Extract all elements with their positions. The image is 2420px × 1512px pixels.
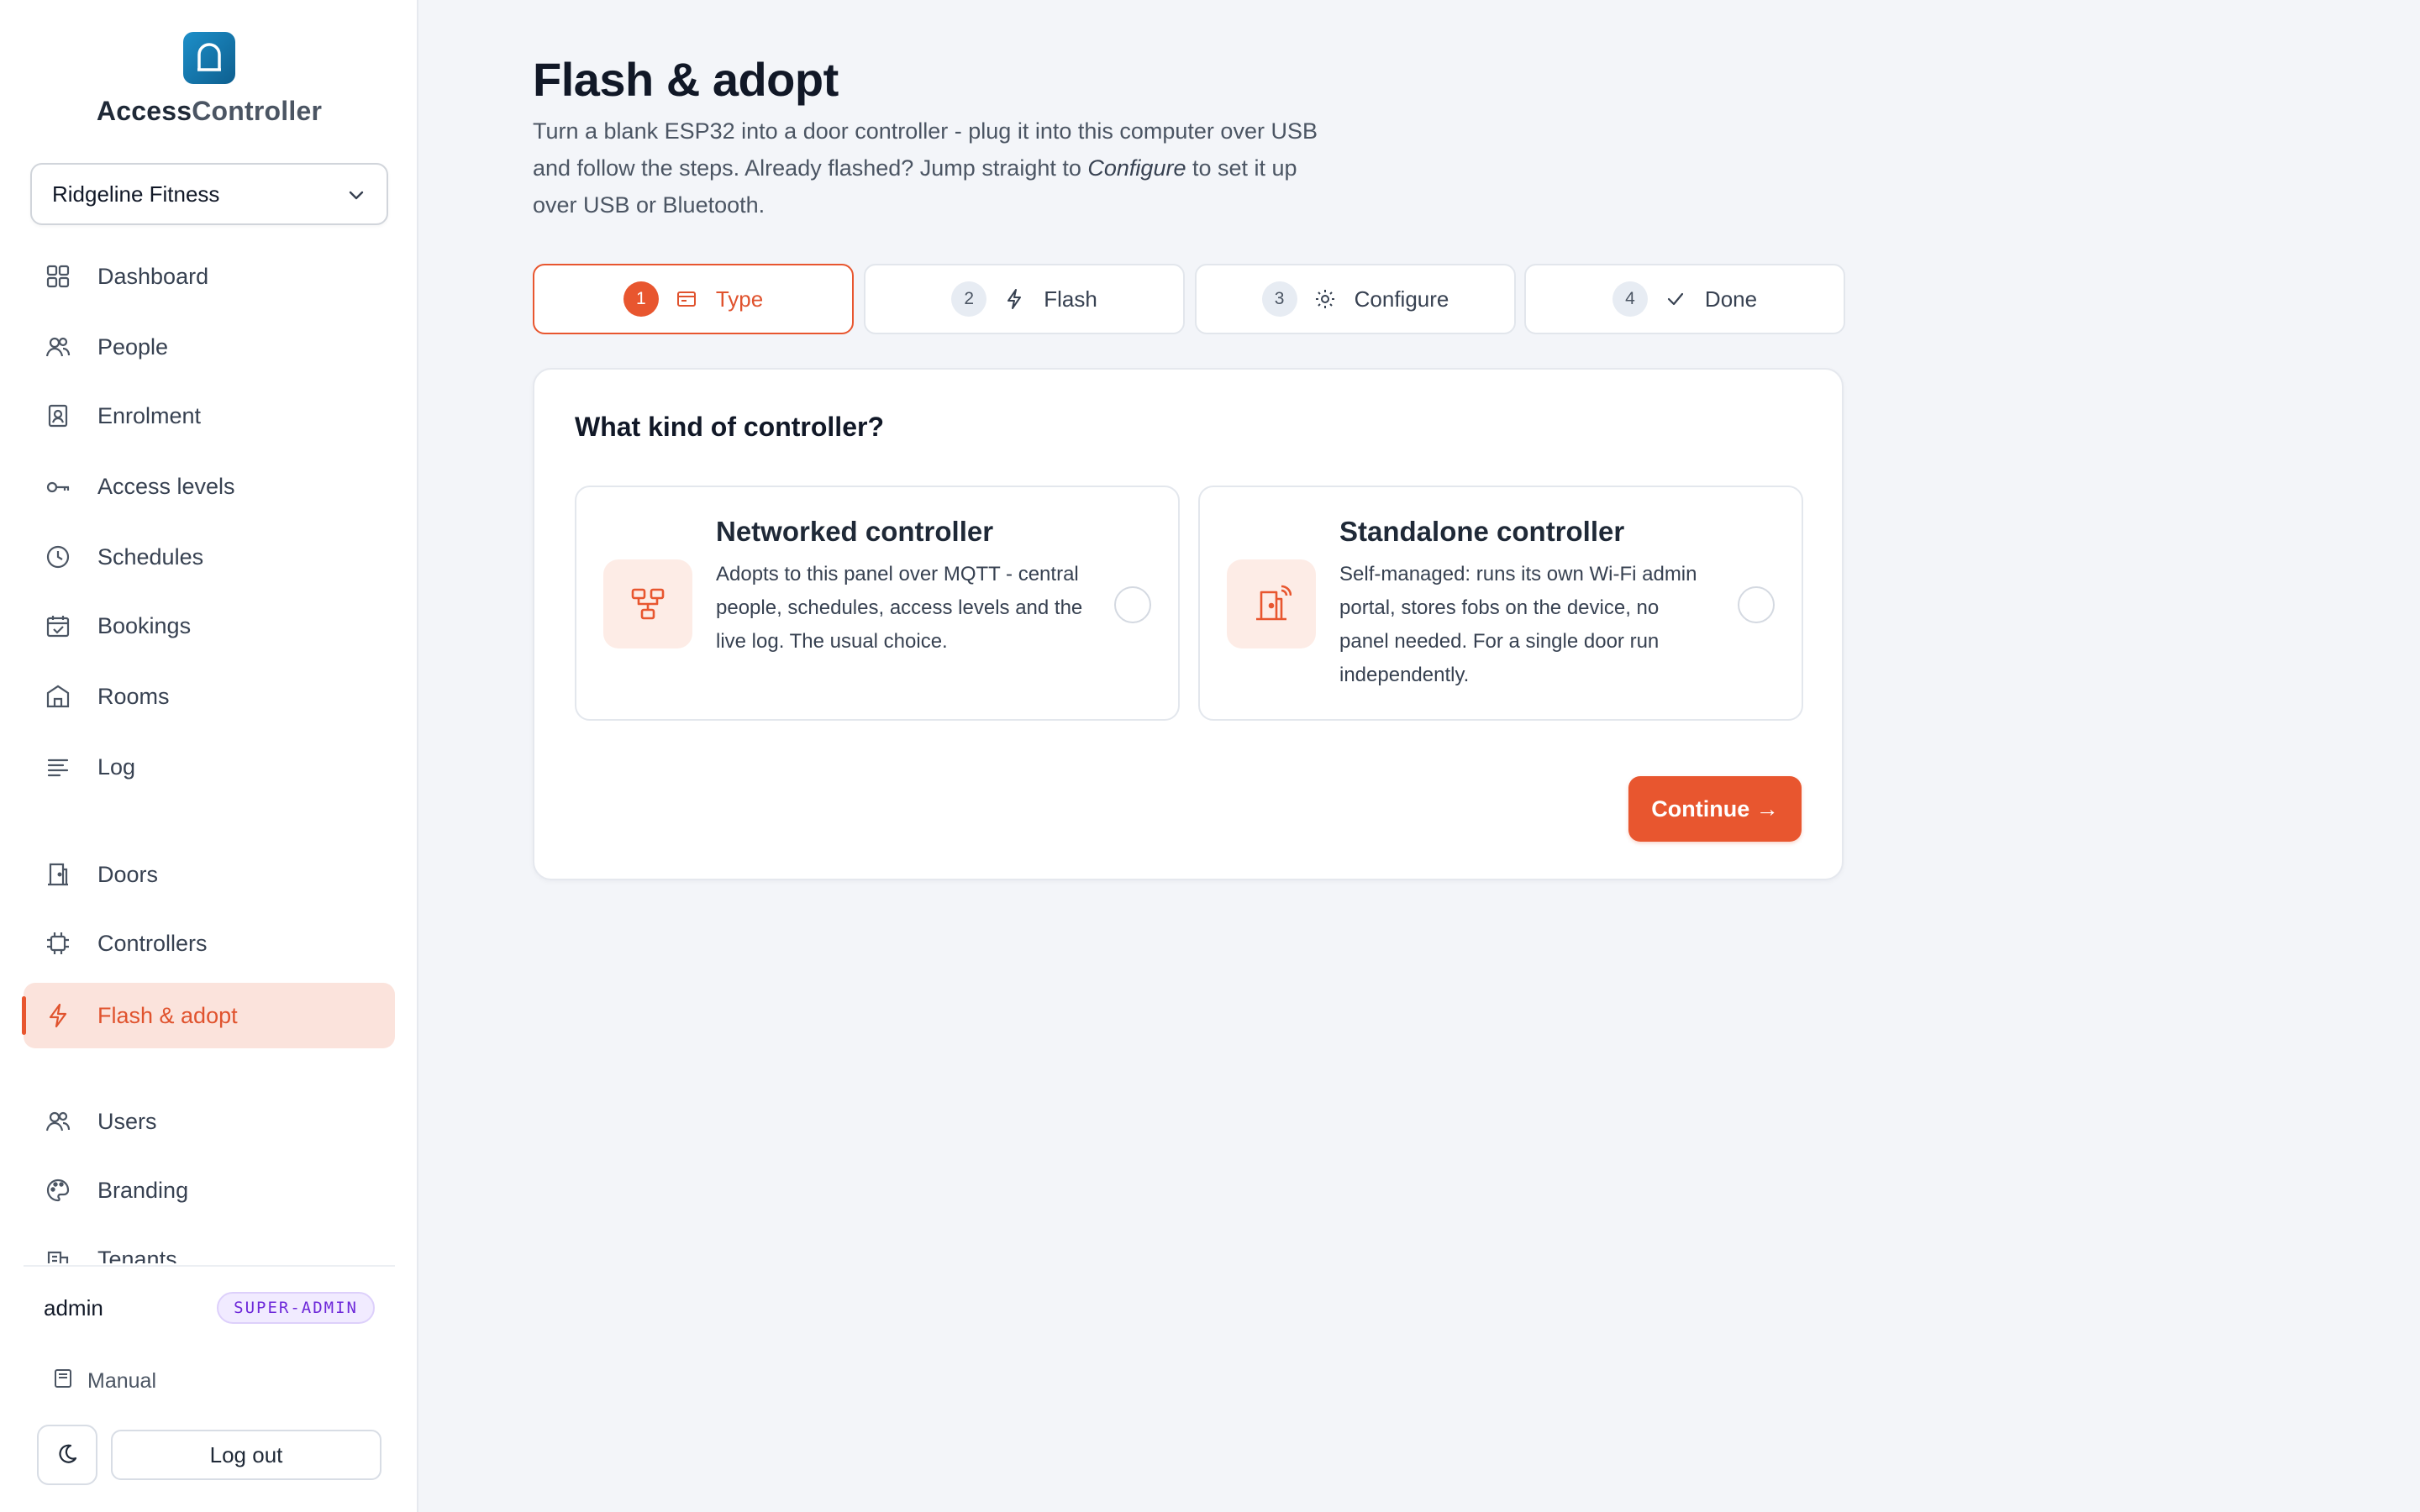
building-icon	[44, 682, 72, 711]
sidebar-scroll-clip: Tenants	[0, 1216, 418, 1263]
tenant-select[interactable]: Ridgeline Fitness	[30, 163, 388, 225]
door-icon	[44, 860, 72, 889]
controller-type-card: What kind of controller? Networked contr…	[533, 368, 1844, 880]
standalone-door-icon	[1227, 559, 1316, 648]
moon-icon	[55, 1441, 79, 1469]
sidebar-item-label: Bookings	[97, 612, 192, 638]
chip-icon	[44, 929, 72, 958]
step-label: Type	[715, 286, 764, 312]
tenant-select-value: Ridgeline Fitness	[52, 181, 220, 207]
list-icon	[44, 753, 72, 781]
sidebar-item-label: Enrolment	[97, 402, 202, 428]
buildings-icon	[44, 1245, 72, 1263]
key-icon	[44, 472, 72, 501]
clock-icon	[44, 543, 72, 571]
step-number: 2	[951, 281, 987, 317]
card-title: What kind of controller?	[575, 412, 884, 442]
option-radio[interactable]	[1114, 586, 1151, 623]
sidebar-item-label: Flash & adopt	[97, 1002, 238, 1028]
calendar-check-icon	[44, 612, 72, 640]
step-done[interactable]: 4 Done	[1524, 264, 1845, 334]
users-icon	[44, 333, 72, 361]
page-title: Flash & adopt	[533, 53, 839, 106]
sidebar-item-label: Log	[97, 753, 136, 780]
role-badge: SUPER-ADMIN	[217, 1292, 375, 1324]
sidebar-item-flash-adopt[interactable]: Flash & adopt	[22, 983, 395, 1048]
grid-icon	[44, 262, 72, 291]
sidebar-item-enrolment[interactable]: Enrolment	[24, 383, 395, 449]
manual-link[interactable]: Manual	[52, 1368, 156, 1395]
brand-name: AccessController	[96, 96, 323, 126]
step-type[interactable]: 1 Type	[533, 264, 854, 334]
sidebar-item-tenants[interactable]: Tenants	[24, 1226, 395, 1263]
theme-toggle-button[interactable]	[37, 1425, 97, 1485]
lightning-icon	[1003, 288, 1025, 310]
option-description: Adopts to this panel over MQTT - central…	[716, 563, 1083, 653]
sidebar-item-label: Rooms	[97, 683, 170, 709]
option-networked-controller[interactable]: Networked controller Adopts to this pane…	[575, 486, 1180, 721]
brand-logo-icon	[183, 32, 235, 84]
check-icon	[1665, 288, 1686, 310]
sidebar-divider	[24, 1265, 395, 1267]
sidebar-item-label: People	[97, 333, 169, 360]
step-flash[interactable]: 2 Flash	[864, 264, 1185, 334]
sidebar-item-label: Branding	[97, 1177, 189, 1203]
sidebar-item-log[interactable]: Log	[24, 734, 395, 800]
gear-icon	[1314, 288, 1336, 310]
stepper: 1 Type 2 Flash 3 Configure 4 Done	[533, 264, 1845, 334]
manual-label: Manual	[87, 1369, 156, 1393]
option-description: Self-managed: runs its own Wi-Fi admin p…	[1339, 563, 1697, 686]
sidebar-item-label: Schedules	[97, 543, 204, 570]
logout-button[interactable]: Log out	[111, 1430, 381, 1480]
sidebar-item-people[interactable]: People	[24, 314, 395, 380]
step-number: 4	[1612, 281, 1648, 317]
sidebar-item-label: Doors	[97, 861, 159, 887]
step-label: Done	[1704, 286, 1758, 312]
id-badge-icon	[44, 402, 72, 430]
book-icon	[52, 1368, 74, 1395]
step-number: 3	[1261, 281, 1297, 317]
sidebar-item-label: Controllers	[97, 930, 208, 956]
step-number: 1	[623, 281, 659, 317]
sidebar-item-label: Tenants	[97, 1246, 177, 1264]
brand[interactable]: AccessController	[0, 32, 418, 127]
user-info: admin SUPER-ADMIN	[44, 1289, 375, 1327]
sidebar-item-label: Dashboard	[97, 263, 209, 289]
option-title: Networked controller	[716, 516, 994, 547]
users-icon	[44, 1107, 72, 1136]
option-title: Standalone controller	[1339, 516, 1625, 547]
sidebar-item-label: Users	[97, 1108, 157, 1134]
sidebar-item-users[interactable]: Users	[24, 1089, 395, 1154]
sidebar-item-access-levels[interactable]: Access levels	[24, 454, 395, 519]
step-label: Flash	[1044, 286, 1097, 312]
sidebar-item-rooms[interactable]: Rooms	[24, 664, 395, 729]
sidebar-item-label: Access levels	[97, 473, 235, 499]
step-configure[interactable]: 3 Configure	[1195, 264, 1516, 334]
lightning-icon	[44, 1001, 72, 1030]
configure-link: Configure	[1087, 155, 1186, 181]
sidebar-item-branding[interactable]: Branding	[24, 1158, 395, 1223]
user-name: admin	[44, 1294, 103, 1320]
sidebar: AccessController Ridgeline Fitness Dashb…	[0, 0, 418, 1512]
sidebar-item-doors[interactable]: Doors	[24, 842, 395, 907]
sidebar-item-controllers[interactable]: Controllers	[24, 911, 395, 976]
continue-button[interactable]: Continue →	[1628, 776, 1802, 842]
option-radio[interactable]	[1738, 586, 1775, 623]
sidebar-item-dashboard[interactable]: Dashboard	[24, 244, 395, 309]
sidebar-item-schedules[interactable]: Schedules	[24, 524, 395, 590]
page-description: Turn a blank ESP32 into a door controlle…	[533, 118, 1318, 218]
card-icon	[676, 288, 697, 310]
chevron-down-icon	[346, 185, 366, 211]
network-icon	[603, 559, 692, 648]
option-standalone-controller[interactable]: Standalone controller Self-managed: runs…	[1198, 486, 1803, 721]
palette-icon	[44, 1176, 72, 1205]
step-label: Configure	[1354, 286, 1449, 312]
sidebar-item-bookings[interactable]: Bookings	[24, 593, 395, 659]
